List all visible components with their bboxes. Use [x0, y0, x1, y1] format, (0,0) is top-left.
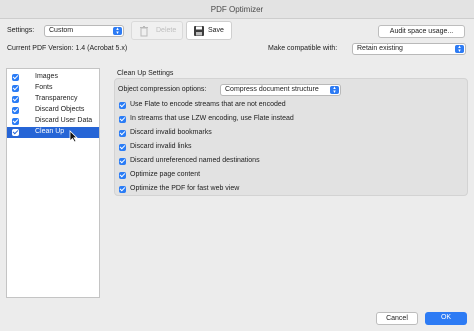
ok-button[interactable]: OK: [425, 312, 467, 325]
sidebar-item-images[interactable]: Images: [7, 72, 99, 83]
audit-button-label: Audit space usage...: [389, 28, 454, 35]
sidebar-item-discard-user-data[interactable]: Discard User Data: [7, 116, 99, 127]
sidebar-item-transparency[interactable]: Transparency: [7, 94, 99, 105]
settings-label: Settings:: [7, 27, 35, 34]
fast-web-view-checkbox[interactable]: [119, 186, 126, 193]
delete-button[interactable]: Delete: [131, 21, 183, 40]
clean-up-section-title: Clean Up Settings: [117, 70, 174, 77]
compression-select[interactable]: Compress document structure ▴ ▾: [220, 84, 341, 96]
floppy-disk-icon: [194, 26, 204, 36]
mouse-pointer-icon: [69, 130, 78, 143]
sidebar-item-label: Fonts: [35, 84, 53, 91]
option-label: Optimize the PDF for fast web view: [130, 185, 240, 192]
compression-label: Object compression options:: [118, 86, 207, 93]
sidebar-item-clean-up[interactable]: Clean Up: [7, 127, 99, 138]
images-checkbox[interactable]: [12, 74, 19, 81]
current-pdf-version: Current PDF Version: 1.4 (Acrobat 5.x): [7, 45, 128, 52]
lzw-to-flate-checkbox[interactable]: [119, 116, 126, 123]
chevron-updown-icon: ▴ ▾: [455, 45, 464, 54]
cancel-button-label: Cancel: [386, 315, 408, 322]
discard-invalid-links-checkbox[interactable]: [119, 144, 126, 151]
settings-select-value: Custom: [49, 27, 74, 34]
sidebar-item-label: Discard User Data: [35, 117, 93, 124]
discard-objects-checkbox[interactable]: [12, 107, 19, 114]
save-button-label: Save: [208, 27, 224, 34]
chevron-updown-icon: ▴ ▾: [330, 86, 339, 95]
option-label: Use Flate to encode streams that are not…: [130, 101, 286, 108]
sidebar-item-fonts[interactable]: Fonts: [7, 83, 99, 94]
delete-button-label: Delete: [156, 27, 177, 34]
option-label: In streams that use LZW encoding, use Fl…: [130, 115, 294, 122]
title-bar: PDF Optimizer: [0, 0, 474, 19]
option-label: Discard unreferenced named destinations: [130, 157, 260, 164]
compatibility-select[interactable]: Retain existing ▴ ▾: [352, 43, 466, 55]
cancel-button[interactable]: Cancel: [376, 312, 418, 325]
window-title: PDF Optimizer: [210, 5, 264, 14]
sidebar-item-label: Images: [35, 73, 58, 80]
settings-select[interactable]: Custom ▴ ▾: [44, 25, 124, 37]
ok-button-label: OK: [440, 314, 452, 321]
discard-invalid-bookmarks-checkbox[interactable]: [119, 130, 126, 137]
discard-unreferenced-destinations-checkbox[interactable]: [119, 158, 126, 165]
use-flate-checkbox[interactable]: [119, 102, 126, 109]
optimize-page-content-checkbox[interactable]: [119, 172, 126, 179]
compression-select-value: Compress document structure: [225, 86, 319, 93]
option-label: Discard invalid links: [130, 143, 192, 150]
make-compatible-label: Make compatible with:: [268, 45, 338, 52]
discard-user-data-checkbox[interactable]: [12, 118, 19, 125]
clean-up-checkbox[interactable]: [12, 129, 19, 136]
pdf-optimizer-window: PDF Optimizer Settings: Custom ▴ ▾ Delete…: [0, 0, 474, 331]
transparency-checkbox[interactable]: [12, 96, 19, 103]
option-label: Optimize page content: [130, 171, 201, 178]
trash-icon: [140, 26, 148, 37]
sidebar-item-label: Transparency: [35, 95, 78, 102]
option-label: Discard invalid bookmarks: [130, 129, 212, 136]
sidebar-item-discard-objects[interactable]: Discard Objects: [7, 105, 99, 116]
compatibility-select-value: Retain existing: [357, 45, 403, 52]
sidebar-item-label: Clean Up: [35, 128, 65, 135]
sidebar-item-label: Discard Objects: [35, 106, 85, 113]
fonts-checkbox[interactable]: [12, 85, 19, 92]
chevron-updown-icon: ▴ ▾: [113, 27, 122, 36]
save-button[interactable]: Save: [186, 21, 232, 40]
audit-space-usage-button[interactable]: Audit space usage...: [378, 25, 465, 38]
optimizer-category-list: Images Fonts Transparency Discard Object…: [6, 68, 100, 298]
